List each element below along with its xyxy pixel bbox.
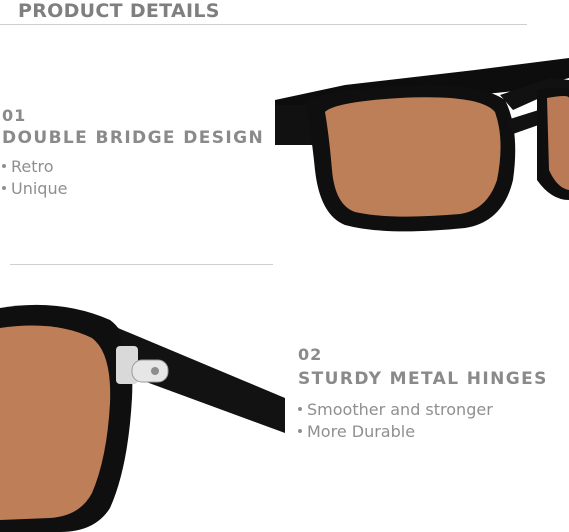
bullet-dot-icon	[298, 406, 302, 411]
bullet-dot-icon	[2, 163, 6, 168]
feature-title: DOUBLE BRIDGE DESIGN	[2, 128, 265, 148]
page-title: PRODUCT DETAILS	[18, 0, 220, 22]
feature-number: 01	[2, 106, 27, 125]
feature-number: 02	[298, 345, 323, 364]
bullet-dot-icon	[2, 185, 6, 190]
bullet-dot-icon	[298, 428, 302, 433]
bullet-text: More Durable	[307, 422, 416, 441]
bullet-text: Smoother and stronger	[307, 400, 493, 419]
feature-title: STURDY METAL HINGES	[298, 369, 548, 389]
metal-hinge-sunglasses-image	[0, 304, 285, 532]
feature-bullet: More Durable	[298, 421, 415, 443]
double-bridge-sunglasses-image	[275, 58, 569, 232]
feature-bullet: Smoother and stronger	[298, 399, 493, 421]
feature-bullet: Retro	[2, 156, 54, 178]
section-divider	[10, 264, 273, 265]
feature-bullet: Unique	[2, 178, 67, 200]
bullet-text: Retro	[11, 157, 54, 176]
bullet-text: Unique	[11, 179, 68, 198]
header-divider	[0, 24, 527, 25]
